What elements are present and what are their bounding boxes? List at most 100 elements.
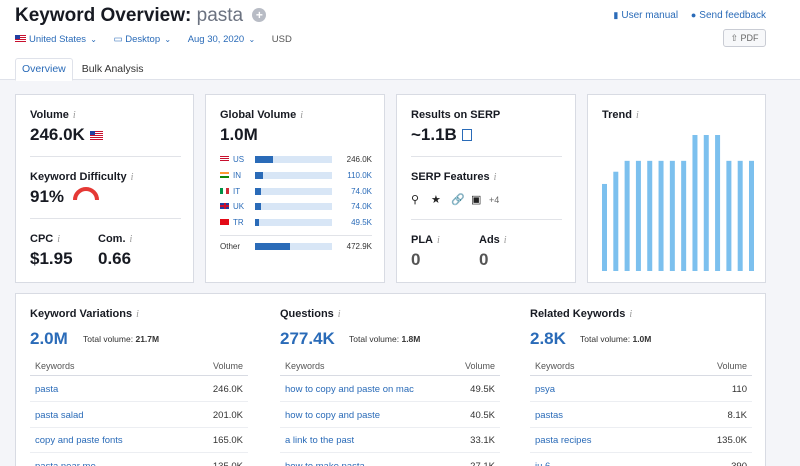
info-icon[interactable]: i	[636, 110, 639, 121]
keyword-link[interactable]: psya	[535, 384, 555, 395]
country-row-us[interactable]: US 246.0K	[220, 154, 372, 165]
country-row-tr[interactable]: TR 49.5K	[220, 217, 372, 228]
trend-bar[interactable]	[624, 160, 630, 271]
trend-bar[interactable]	[669, 160, 675, 271]
info-icon[interactable]: i	[136, 309, 139, 320]
variations-total: Total volume: 21.7M	[83, 334, 159, 344]
trend-chart	[602, 135, 754, 271]
country-code: UK	[233, 202, 245, 212]
questions-table: Keywords Volume how to copy and paste on …	[280, 356, 500, 466]
device-select[interactable]: ▭ Desktop ⌄	[114, 34, 171, 45]
serp-results-value-wrap: ~1.1B	[411, 125, 472, 145]
date-value: Aug 30, 2020	[187, 34, 245, 45]
info-icon[interactable]: i	[504, 235, 507, 246]
serp-features-more[interactable]: +4	[489, 195, 499, 205]
keyword-volume: 49.5K	[470, 384, 495, 395]
info-icon[interactable]: i	[130, 234, 133, 245]
trend-bar[interactable]	[726, 160, 732, 271]
us-flag-icon	[15, 35, 26, 42]
location-pin-icon[interactable]: ⚲	[411, 193, 419, 206]
trend-bar[interactable]	[602, 183, 607, 271]
country-code: IT	[233, 186, 241, 196]
date-select[interactable]: Aug 30, 2020 ⌄	[188, 34, 255, 45]
trend-bar[interactable]	[635, 160, 641, 271]
country-row-uk[interactable]: UK 74.0K	[220, 201, 372, 212]
keyword-link[interactable]: pasta	[35, 384, 58, 395]
trend-bar[interactable]	[703, 135, 709, 271]
other-value: 472.9K	[346, 242, 372, 251]
pdf-export-button[interactable]: ⇧ PDF	[723, 29, 766, 47]
country-volume[interactable]: 49.5K	[351, 218, 372, 227]
info-icon[interactable]: i	[73, 110, 76, 121]
divider	[220, 235, 372, 236]
export-icon: ⇧	[730, 33, 741, 43]
country-volume[interactable]: 110.0K	[347, 171, 372, 180]
trend-bar[interactable]	[647, 160, 653, 271]
related-value[interactable]: 2.8K	[530, 329, 566, 349]
send-feedback-link[interactable]: ● Send feedback	[691, 10, 766, 21]
chevron-down-icon: ⌄	[246, 35, 256, 44]
volume-share-fill	[255, 219, 259, 227]
info-icon[interactable]: i	[629, 309, 632, 320]
info-icon[interactable]: i	[494, 172, 497, 183]
questions-value[interactable]: 277.4K	[280, 329, 335, 349]
tab-overview[interactable]: Overview	[15, 58, 73, 81]
keyword-volume: 165.0K	[212, 435, 243, 446]
keyword-link[interactable]: ju 6	[535, 461, 550, 466]
info-icon[interactable]: i	[437, 235, 440, 246]
keyword-link[interactable]: a link to the past	[285, 435, 354, 446]
trend-bar[interactable]	[715, 135, 721, 271]
info-icon[interactable]: i	[338, 309, 341, 320]
tab-bulk-analysis[interactable]: Bulk Analysis	[76, 59, 150, 80]
image-icon[interactable]: ▣	[471, 193, 481, 206]
info-icon[interactable]: i	[57, 234, 60, 245]
serp-snapshot-icon[interactable]	[461, 129, 472, 141]
keyword-link[interactable]: pastas	[535, 410, 563, 421]
keyword-volume: 27.1K	[470, 460, 495, 466]
keyword-volume: 33.1K	[470, 435, 495, 446]
table-row: pasta near me 135.0K	[30, 453, 248, 466]
star-icon[interactable]: ★	[431, 193, 441, 206]
user-manual-link[interactable]: ▮ User manual	[613, 10, 678, 21]
questions-label: Questions	[280, 308, 334, 320]
trend-bar[interactable]	[692, 135, 698, 271]
keyword-link[interactable]: how to copy and paste on mac	[285, 384, 414, 395]
trend-bar[interactable]	[749, 160, 754, 271]
page-header: Keyword Overview: pasta + ▮ User manual ●…	[0, 0, 800, 81]
table-row: pasta 246.0K	[30, 376, 248, 402]
global-volume-card: Global Volume i 1.0M US 246.0K IN 110.0K IT 74…	[205, 94, 385, 283]
ads-label: Ads	[479, 234, 500, 246]
trend-bar[interactable]	[681, 160, 687, 271]
keyword-link[interactable]: how to copy and paste	[285, 410, 380, 421]
title-keyword: pasta	[196, 5, 244, 26]
country-volume[interactable]: 74.0K	[351, 187, 372, 196]
country-select[interactable]: United States ⌄	[15, 34, 97, 45]
country-row-it[interactable]: IT 74.0K	[220, 186, 372, 197]
serp-results-value: ~1.1B	[411, 125, 457, 144]
volume-value-wrap: 246.0K	[30, 125, 106, 145]
country-volume[interactable]: 74.0K	[351, 202, 372, 211]
chevron-down-icon: ⌄	[88, 35, 97, 44]
trend-bar[interactable]	[658, 160, 664, 271]
keyword-link[interactable]: pasta salad	[35, 410, 84, 421]
link-icon[interactable]: 🔗	[451, 193, 465, 206]
trend-bar[interactable]	[613, 171, 619, 271]
total-volume-label: Total volume:	[349, 334, 400, 344]
chevron-down-icon: ⌄	[162, 35, 172, 44]
keyword-volume: 246.0K	[212, 384, 243, 395]
keyword-link[interactable]: how to make pasta	[285, 461, 365, 466]
volume-share-bar	[255, 219, 332, 227]
country-row-in[interactable]: IN 110.0K	[220, 170, 372, 181]
trend-bar[interactable]	[737, 160, 743, 271]
table-row: pasta recipes 135.0K	[530, 427, 752, 453]
info-icon[interactable]: i	[131, 172, 134, 183]
keyword-link[interactable]: pasta near me	[35, 461, 96, 466]
keyword-volume: 201.0K	[212, 409, 243, 421]
chat-icon: ●	[690, 10, 697, 20]
keyword-link[interactable]: pasta recipes	[535, 435, 592, 446]
info-icon[interactable]: i	[300, 110, 303, 121]
kd-label: Keyword Difficulty	[30, 171, 127, 183]
add-keyword-icon[interactable]: +	[252, 8, 267, 22]
keyword-link[interactable]: copy and paste fonts	[35, 435, 123, 446]
variations-value[interactable]: 2.0M	[30, 329, 68, 349]
